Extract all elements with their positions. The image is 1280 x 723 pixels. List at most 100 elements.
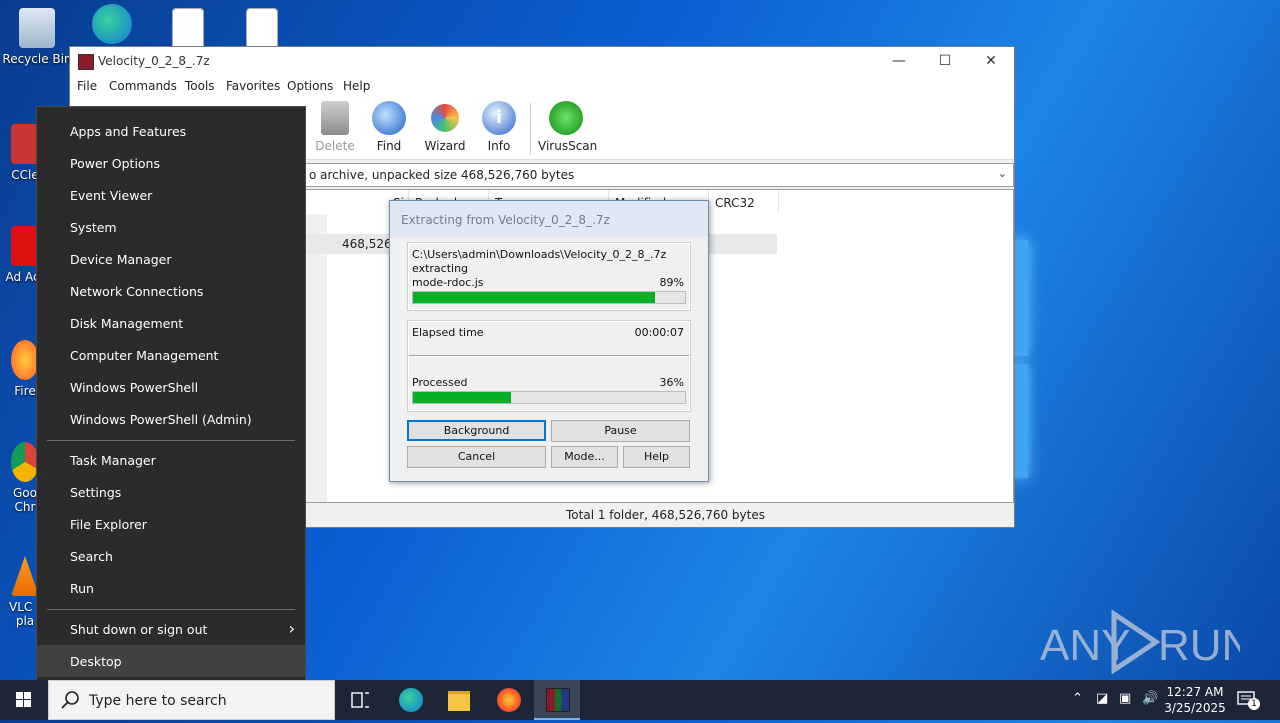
menu-item-network-connections[interactable]: Network Connections [37,275,305,307]
menu-item-power-options[interactable]: Power Options [37,147,305,179]
menu-item-search[interactable]: Search [37,540,305,572]
processed-percent: 36% [659,376,684,389]
minimize-button[interactable]: — [876,47,922,75]
toolbar-divider [530,103,531,155]
menu-item-label: Shut down or sign out [70,622,208,637]
processed-label: Processed [412,376,468,389]
chrome-icon [11,442,39,482]
menu-item-disk-management[interactable]: Disk Management [37,307,305,339]
taskbar-clock[interactable]: 12:27 AM 3/25/2025 [1158,684,1232,716]
menu-tools[interactable]: Tools [185,79,215,93]
title-bar: Velocity_0_2_8_.7z — ☐ ✕ [70,47,1014,75]
virusscan-button[interactable]: VirusScan [538,101,598,153]
delete-label: Delete [315,139,355,153]
anyrun-logo-icon: ANY RUN [1040,610,1240,674]
start-button[interactable] [0,680,48,720]
menu-item-file-explorer[interactable]: File Explorer [37,508,305,540]
menu-item-system[interactable]: System [37,211,305,243]
menu-help[interactable]: Help [343,79,370,93]
menu-item-label: Device Manager [70,252,172,267]
find-button[interactable]: Find [361,101,417,153]
action-text: extracting [412,262,469,275]
acrobat-icon [11,226,39,266]
desktop-icon-recycle-bin[interactable]: Recycle Bin [1,8,73,66]
menu-item-label: File Explorer [70,517,147,532]
menu-bar: File Commands Tools Favorites Options He… [70,75,1014,97]
desktop-icon-edge[interactable] [76,4,148,48]
mode-button[interactable]: Mode... [551,446,618,468]
vlc-icon [11,556,39,596]
taskbar-edge[interactable] [388,680,434,720]
close-button[interactable]: ✕ [968,47,1014,75]
archive-path: C:\Users\admin\Downloads\Velocity_0_2_8_… [412,248,667,261]
cancel-button[interactable]: Cancel [407,446,546,468]
menu-item-label: Windows PowerShell [70,380,199,395]
menu-options[interactable]: Options [287,79,333,93]
chevron-down-icon[interactable]: ⌄ [998,167,1007,180]
taskbar-search-box[interactable]: Type here to search [48,680,335,720]
info-button[interactable]: i Info [471,101,527,153]
taskbar-winrar[interactable] [534,680,580,720]
search-icon [61,691,79,709]
dialog-title: Extracting from Velocity_0_2_8_.7z [401,213,610,227]
pause-button[interactable]: Pause [551,420,690,442]
wizard-button[interactable]: Wizard [417,101,473,153]
overall-progress-panel: Elapsed time 00:00:07 Processed 36% [407,320,691,412]
windows-start-icon [16,692,31,707]
trash-icon [321,101,349,135]
help-button[interactable]: Help [623,446,690,468]
menu-file[interactable]: File [77,79,97,93]
virusscan-label: VirusScan [538,139,598,153]
maximize-button[interactable]: ☐ [922,47,968,75]
status-text: Total 1 folder, 468,526,760 bytes [566,508,765,522]
notification-center-button[interactable]: 1 [1236,690,1260,710]
start-context-menu: Apps and Features Power Options Event Vi… [36,106,306,686]
wand-icon [431,104,459,132]
divider [409,355,689,357]
menu-item-label: Search [70,549,113,564]
task-view-button[interactable] [337,680,383,720]
menu-item-windows-powershell[interactable]: Windows PowerShell [37,371,305,403]
folder-icon [448,691,470,711]
chevron-up-icon[interactable]: ⌃ [1072,691,1083,706]
menu-item-apps-and-features[interactable]: Apps and Features [37,115,305,147]
menu-favorites[interactable]: Favorites [226,79,280,93]
bug-icon [549,101,583,135]
taskbar-file-explorer[interactable] [436,680,482,720]
menu-item-label: Disk Management [70,316,184,331]
current-file: mode-rdoc.js [412,276,484,289]
image-file-icon [172,8,204,50]
menu-item-label: Computer Management [70,348,219,363]
recycle-bin-icon [19,8,55,48]
menu-item-label: Network Connections [70,284,204,299]
task-view-icon [351,692,369,708]
menu-item-label: Event Viewer [70,188,153,203]
menu-item-event-viewer[interactable]: Event Viewer [37,179,305,211]
menu-item-computer-management[interactable]: Computer Management [37,339,305,371]
magnifier-icon [372,101,406,135]
menu-item-shut-down[interactable]: Shut down or sign out › [37,613,305,645]
menu-item-label: Run [70,581,94,596]
menu-item-label: Windows PowerShell (Admin) [70,412,252,427]
menu-commands[interactable]: Commands [109,79,177,93]
anyrun-watermark: ANY RUN [1040,610,1240,674]
column-crc32[interactable]: CRC32 [709,190,779,214]
overall-progress-bar [412,391,686,404]
image-file-icon [246,8,278,50]
menu-item-label: Task Manager [70,453,156,468]
clock-time: 12:27 AM [1166,685,1224,699]
search-placeholder: Type here to search [89,693,227,709]
tray-device-icon[interactable]: ◪ [1096,691,1108,706]
menu-item-task-manager[interactable]: Task Manager [37,444,305,476]
info-icon: i [482,101,516,135]
menu-item-windows-powershell-admin[interactable]: Windows PowerShell (Admin) [37,403,305,435]
menu-item-desktop[interactable]: Desktop [37,645,305,677]
taskbar-firefox[interactable] [486,680,532,720]
delete-button[interactable]: Delete [307,101,363,153]
volume-icon[interactable]: 🔊 [1142,691,1158,706]
network-icon[interactable]: ▣ [1119,691,1131,706]
menu-item-device-manager[interactable]: Device Manager [37,243,305,275]
menu-item-settings[interactable]: Settings [37,476,305,508]
background-button[interactable]: Background [407,420,546,441]
menu-item-run[interactable]: Run [37,572,305,604]
